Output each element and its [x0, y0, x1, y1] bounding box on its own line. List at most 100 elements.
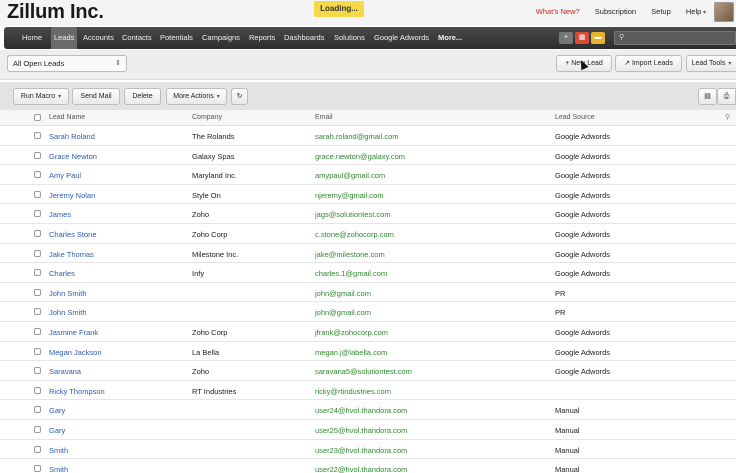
- email-link[interactable]: john@gmail.com: [315, 308, 371, 317]
- lead-name-link[interactable]: Ricky Thompson: [49, 387, 105, 396]
- email-link[interactable]: njeremy@gmail.com: [315, 191, 383, 200]
- column-search-icon[interactable]: ⚲: [725, 113, 730, 121]
- lead-name-link[interactable]: Sarah Roland: [49, 132, 95, 141]
- table-row[interactable]: Sarah Roland The Rolands sarah.roland@gmai…: [0, 126, 736, 146]
- email-link[interactable]: grace.newton@galaxy.com: [315, 152, 405, 161]
- table-row[interactable]: Saravana Zoho saravana5@solutiontest.com Go…: [0, 361, 736, 381]
- lead-name-link[interactable]: Charles Stone: [49, 230, 97, 239]
- tab-home[interactable]: Home: [22, 27, 42, 49]
- table-row[interactable]: Gary user24@hvol.thandora.com Manual: [0, 400, 736, 420]
- more-actions-button[interactable]: More Actions ▾: [166, 88, 227, 105]
- email-link[interactable]: megan.j@labella.com: [315, 348, 387, 357]
- row-checkbox[interactable]: [34, 132, 41, 139]
- row-checkbox[interactable]: [34, 171, 41, 179]
- row-checkbox[interactable]: [34, 288, 41, 296]
- lead-name-link[interactable]: Smith: [49, 465, 68, 473]
- help-menu[interactable]: Help: [686, 7, 706, 16]
- tab-dashboards[interactable]: Dashboards: [284, 27, 324, 49]
- send-mail-button[interactable]: Send Mail: [72, 88, 120, 105]
- table-row[interactable]: Jasmine Frank Zoho Corp jfrank@zohocorp.co…: [0, 322, 736, 342]
- tab-contacts[interactable]: Contacts: [122, 27, 152, 49]
- whats-new-link[interactable]: What's New?: [536, 7, 580, 16]
- tab-accounts[interactable]: Accounts: [83, 27, 114, 49]
- email-link[interactable]: saravana5@solutiontest.com: [315, 367, 412, 376]
- row-checkbox[interactable]: [34, 210, 41, 218]
- email-link[interactable]: user22@hvol.thandora.com: [315, 465, 407, 473]
- email-link[interactable]: user23@hvol.thandora.com: [315, 446, 407, 455]
- table-row[interactable]: Smith user23@hvol.thandora.com Manual: [0, 440, 736, 460]
- email-link[interactable]: charles.1@gmail.com: [315, 269, 387, 278]
- row-checkbox[interactable]: [34, 308, 41, 316]
- table-row[interactable]: Gary user25@hvol.thandora.com Manual: [0, 420, 736, 440]
- row-checkbox[interactable]: [34, 269, 41, 277]
- tab-more[interactable]: More...: [438, 27, 462, 49]
- table-row[interactable]: James Zoho jags@solutiontest.com Google Adw…: [0, 204, 736, 224]
- table-row[interactable]: Megan Jackson La Bella megan.j@labella.com…: [0, 342, 736, 362]
- lead-name-link[interactable]: Saravana: [49, 367, 81, 376]
- refresh-button[interactable]: ↻: [231, 88, 248, 105]
- column-header-company[interactable]: Company: [192, 114, 222, 121]
- table-row[interactable]: Ricky Thompson RT Industries ricky@rtindus…: [0, 381, 736, 401]
- column-header-email[interactable]: Email: [315, 114, 333, 121]
- plus-icon[interactable]: +: [559, 32, 573, 44]
- subscription-link[interactable]: Subscription: [595, 7, 636, 16]
- lead-name-link[interactable]: James: [49, 210, 71, 219]
- email-link[interactable]: jake@milestone.com: [315, 250, 385, 259]
- column-header-lead-source[interactable]: Lead Source: [555, 114, 595, 121]
- lead-name-link[interactable]: Charles: [49, 269, 75, 278]
- lead-name-link[interactable]: Grace Newton: [49, 152, 97, 161]
- tab-potentials[interactable]: Potentials: [160, 27, 193, 49]
- row-checkbox[interactable]: [34, 347, 41, 355]
- table-row[interactable]: Amy Paul Maryland Inc. amypaul@gmail.com Go…: [0, 165, 736, 185]
- setup-link[interactable]: Setup: [651, 7, 671, 16]
- lead-name-link[interactable]: Jake Thomas: [49, 250, 94, 259]
- row-checkbox[interactable]: [34, 465, 41, 473]
- view-select[interactable]: All Open Leads ⇕: [7, 55, 127, 72]
- lead-name-link[interactable]: Gary: [49, 426, 65, 435]
- email-link[interactable]: user25@hvol.thandora.com: [315, 426, 407, 435]
- tab-solutions[interactable]: Solutions: [334, 27, 365, 49]
- select-all-checkbox[interactable]: [34, 114, 41, 121]
- email-link[interactable]: amypaul@gmail.com: [315, 171, 385, 180]
- table-row[interactable]: Charles Infy charles.1@gmail.com Google Adw…: [0, 263, 736, 283]
- column-header-lead-name[interactable]: Lead Name: [49, 114, 85, 121]
- run-macro-button[interactable]: Run Macro ▾: [13, 88, 69, 105]
- user-avatar[interactable]: [714, 2, 734, 22]
- table-row[interactable]: Jake Thomas Milestone Inc. jake@milestone.…: [0, 244, 736, 264]
- lead-tools-menu[interactable]: Lead Tools ▾: [686, 55, 736, 72]
- row-checkbox[interactable]: [34, 367, 41, 375]
- row-checkbox[interactable]: [34, 425, 41, 433]
- lead-name-link[interactable]: Jeremy Nolan: [49, 191, 95, 200]
- table-row[interactable]: Jeremy Nolan Style On njeremy@gmail.com Goo…: [0, 185, 736, 205]
- lead-name-link[interactable]: Amy Paul: [49, 171, 81, 180]
- lead-name-link[interactable]: John Smith: [49, 289, 87, 298]
- lead-name-link[interactable]: Gary: [49, 406, 65, 415]
- table-row[interactable]: Grace Newton Galaxy Spas grace.newton@gala…: [0, 146, 736, 166]
- lead-name-link[interactable]: Smith: [49, 446, 68, 455]
- table-row[interactable]: John Smith john@gmail.com PR: [0, 283, 736, 303]
- lead-name-link[interactable]: Megan Jackson: [49, 348, 102, 357]
- email-link[interactable]: c.stone@zohocorp.com: [315, 230, 394, 239]
- row-checkbox[interactable]: [34, 445, 41, 453]
- row-checkbox[interactable]: [34, 151, 41, 159]
- print-button[interactable]: ⎙: [717, 88, 736, 105]
- row-checkbox[interactable]: [34, 327, 41, 335]
- table-row[interactable]: John Smith john@gmail.com PR: [0, 302, 736, 322]
- delete-button[interactable]: Delete: [124, 88, 161, 105]
- table-row[interactable]: Charles Stone Zoho Corp c.stone@zohocorp.c…: [0, 224, 736, 244]
- search-input[interactable]: ⚲: [614, 31, 736, 45]
- row-checkbox[interactable]: [34, 249, 41, 257]
- row-checkbox[interactable]: [34, 229, 41, 237]
- email-link[interactable]: user24@hvol.thandora.com: [315, 406, 407, 415]
- row-checkbox[interactable]: [34, 386, 41, 394]
- tab-reports[interactable]: Reports: [249, 27, 275, 49]
- row-checkbox[interactable]: [34, 190, 41, 198]
- tab-leads[interactable]: Leads: [51, 27, 78, 49]
- table-row[interactable]: Smith user22@hvol.thandora.com Manual: [0, 459, 736, 473]
- tab-campaigns[interactable]: Campaigns: [202, 27, 240, 49]
- list-view-button[interactable]: ▤: [698, 88, 717, 105]
- lead-name-link[interactable]: John Smith: [49, 308, 87, 317]
- row-checkbox[interactable]: [34, 406, 41, 414]
- email-link[interactable]: ricky@rtindustries.com: [315, 387, 391, 396]
- import-leads-button[interactable]: ↗ Import Leads: [615, 55, 682, 72]
